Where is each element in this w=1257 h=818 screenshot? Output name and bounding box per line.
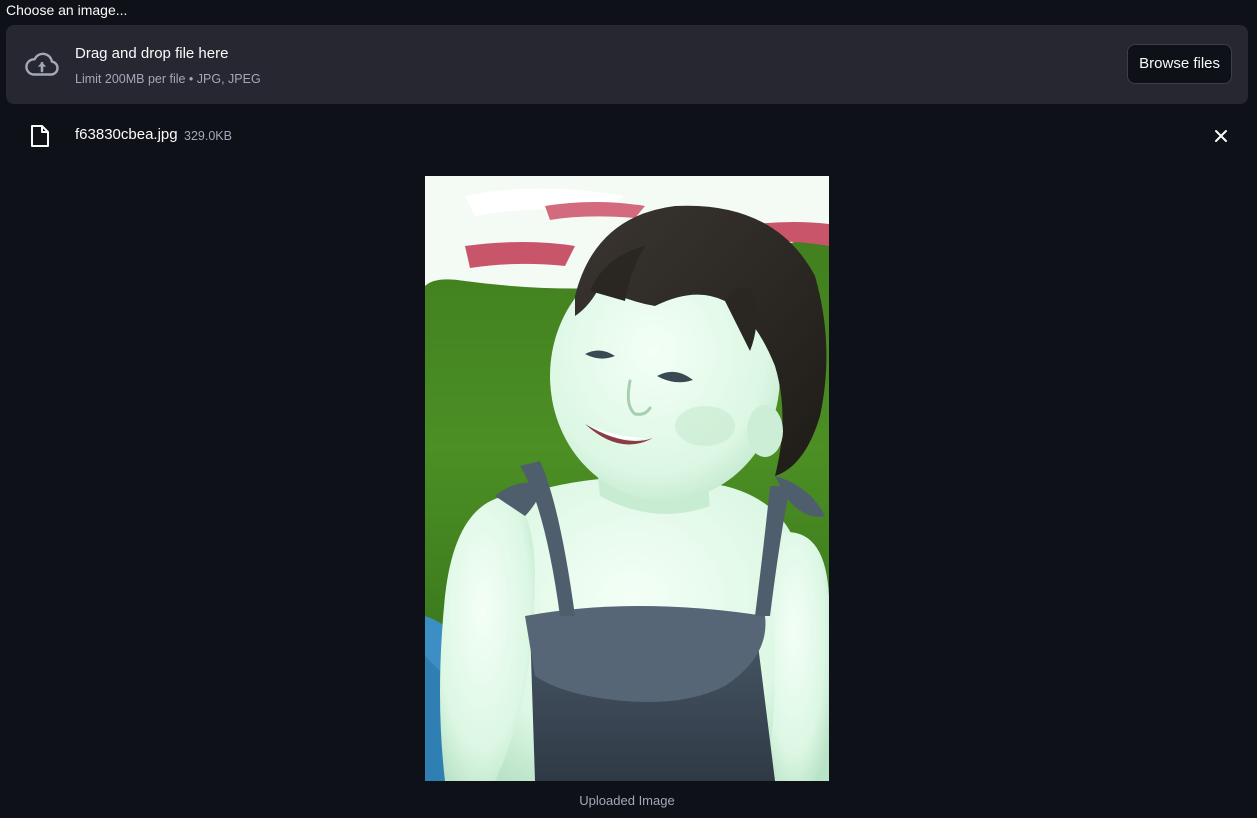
dropzone-title: Drag and drop file here — [75, 45, 229, 62]
uploaded-image — [425, 176, 829, 781]
uploaded-file-name: f63830cbea.jpg — [75, 126, 178, 143]
dropzone-subtitle: Limit 200MB per file • JPG, JPEG — [75, 72, 261, 86]
uploader-label: Choose an image... — [6, 2, 128, 18]
uploaded-file-row: f63830cbea.jpg 329.0KB — [0, 112, 1257, 158]
file-dropzone[interactable]: Drag and drop file here Limit 200MB per … — [6, 25, 1248, 104]
app-root: Choose an image... Drag and drop file he… — [0, 0, 1257, 818]
cloud-upload-icon — [25, 52, 59, 76]
photo-illustration — [425, 176, 829, 781]
browse-files-button[interactable]: Browse files — [1127, 44, 1232, 84]
uploaded-file-size: 329.0KB — [184, 129, 232, 143]
close-icon[interactable] — [1210, 125, 1232, 147]
file-icon — [31, 125, 49, 147]
image-caption: Uploaded Image — [579, 793, 675, 808]
